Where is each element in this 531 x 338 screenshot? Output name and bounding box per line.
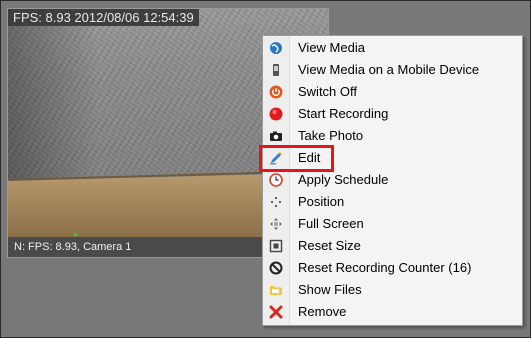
- power-icon: [269, 85, 283, 99]
- menu-item-label: Take Photo: [298, 128, 364, 143]
- camera-timestamp-overlay: FPS: 8.93 2012/08/06 12:54:39: [8, 9, 199, 26]
- remove-icon: [269, 305, 283, 319]
- menu-item-reset-size[interactable]: Reset Size: [263, 235, 522, 257]
- app-background: FPS: 8.93 2012/08/06 12:54:39 N: FPS: 8.…: [0, 0, 531, 338]
- menu-item-full-screen[interactable]: Full Screen: [263, 213, 522, 235]
- menu-item-label: Edit: [298, 150, 321, 165]
- globe-icon: [269, 41, 283, 55]
- menu-item-view-media[interactable]: View Media: [263, 37, 522, 59]
- menu-item-label: Reset Recording Counter (16): [298, 260, 472, 275]
- menu-item-apply-schedule[interactable]: Apply Schedule: [263, 169, 522, 191]
- position-icon: [269, 195, 283, 209]
- activity-indicator: [74, 233, 77, 236]
- fullscreen-icon: [269, 217, 283, 231]
- menu-item-start-recording[interactable]: Start Recording: [263, 103, 522, 125]
- clock-icon: [269, 173, 283, 187]
- edit-icon: [269, 151, 283, 165]
- menu-item-label: Start Recording: [298, 106, 389, 121]
- menu-item-remove[interactable]: Remove: [263, 301, 522, 323]
- camera-status-text: N: FPS: 8.93, Camera 1: [14, 241, 132, 253]
- menu-item-label: View Media on a Mobile Device: [298, 62, 480, 77]
- menu-item-label: Switch Off: [298, 84, 358, 99]
- folder-icon: [269, 283, 283, 297]
- menu-item-take-photo[interactable]: Take Photo: [263, 125, 522, 147]
- no-entry-icon: [269, 261, 283, 275]
- menu-item-label: Full Screen: [298, 216, 364, 231]
- menu-item-label: Apply Schedule: [298, 172, 389, 187]
- menu-item-show-files[interactable]: Show Files: [263, 279, 522, 301]
- camera-icon: [269, 129, 283, 143]
- reset-size-icon: [269, 239, 283, 253]
- mobile-device-icon: [269, 63, 283, 77]
- context-menu: View Media View Media on a Mobile Device…: [262, 35, 523, 326]
- menu-item-reset-recording-counter[interactable]: Reset Recording Counter (16): [263, 257, 522, 279]
- menu-item-label: Remove: [298, 304, 347, 319]
- menu-item-switch-off[interactable]: Switch Off: [263, 81, 522, 103]
- menu-item-label: Reset Size: [298, 238, 361, 253]
- menu-item-edit[interactable]: Edit: [263, 147, 522, 169]
- menu-item-position[interactable]: Position: [263, 191, 522, 213]
- record-icon: [269, 107, 283, 121]
- menu-item-label: Position: [298, 194, 345, 209]
- menu-item-view-media-mobile[interactable]: View Media on a Mobile Device: [263, 59, 522, 81]
- menu-item-label: View Media: [298, 40, 365, 55]
- menu-item-label: Show Files: [298, 282, 362, 297]
